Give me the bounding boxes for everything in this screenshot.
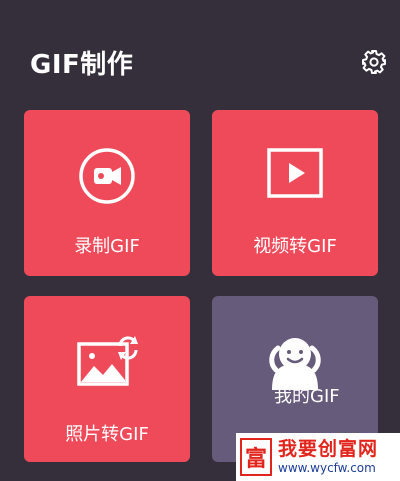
watermark-url: www.wycfw.com <box>278 461 376 475</box>
image-rotate-icon <box>77 336 138 386</box>
watermark: 富 我要创富网 www.wycfw.com <box>236 433 400 481</box>
watermark-title: 我要创富网 <box>278 438 379 460</box>
card-label: 视频转GIF <box>253 236 337 257</box>
settings-button[interactable] <box>358 46 390 78</box>
watermark-logo: 富 <box>240 438 272 476</box>
gear-icon <box>362 50 386 74</box>
card-label: 我的GIF <box>274 386 340 407</box>
play-icon <box>267 148 323 198</box>
card-photo-to-gif[interactable]: 照片转GIF <box>24 296 190 462</box>
card-video-to-gif[interactable]: 视频转GIF <box>212 110 378 276</box>
card-label: 录制GIF <box>74 236 140 257</box>
video-camera-icon <box>79 148 135 204</box>
card-label: 照片转GIF <box>65 424 149 445</box>
page-title: GIF制作 <box>30 50 134 80</box>
card-record-gif[interactable]: 录制GIF <box>24 110 190 276</box>
